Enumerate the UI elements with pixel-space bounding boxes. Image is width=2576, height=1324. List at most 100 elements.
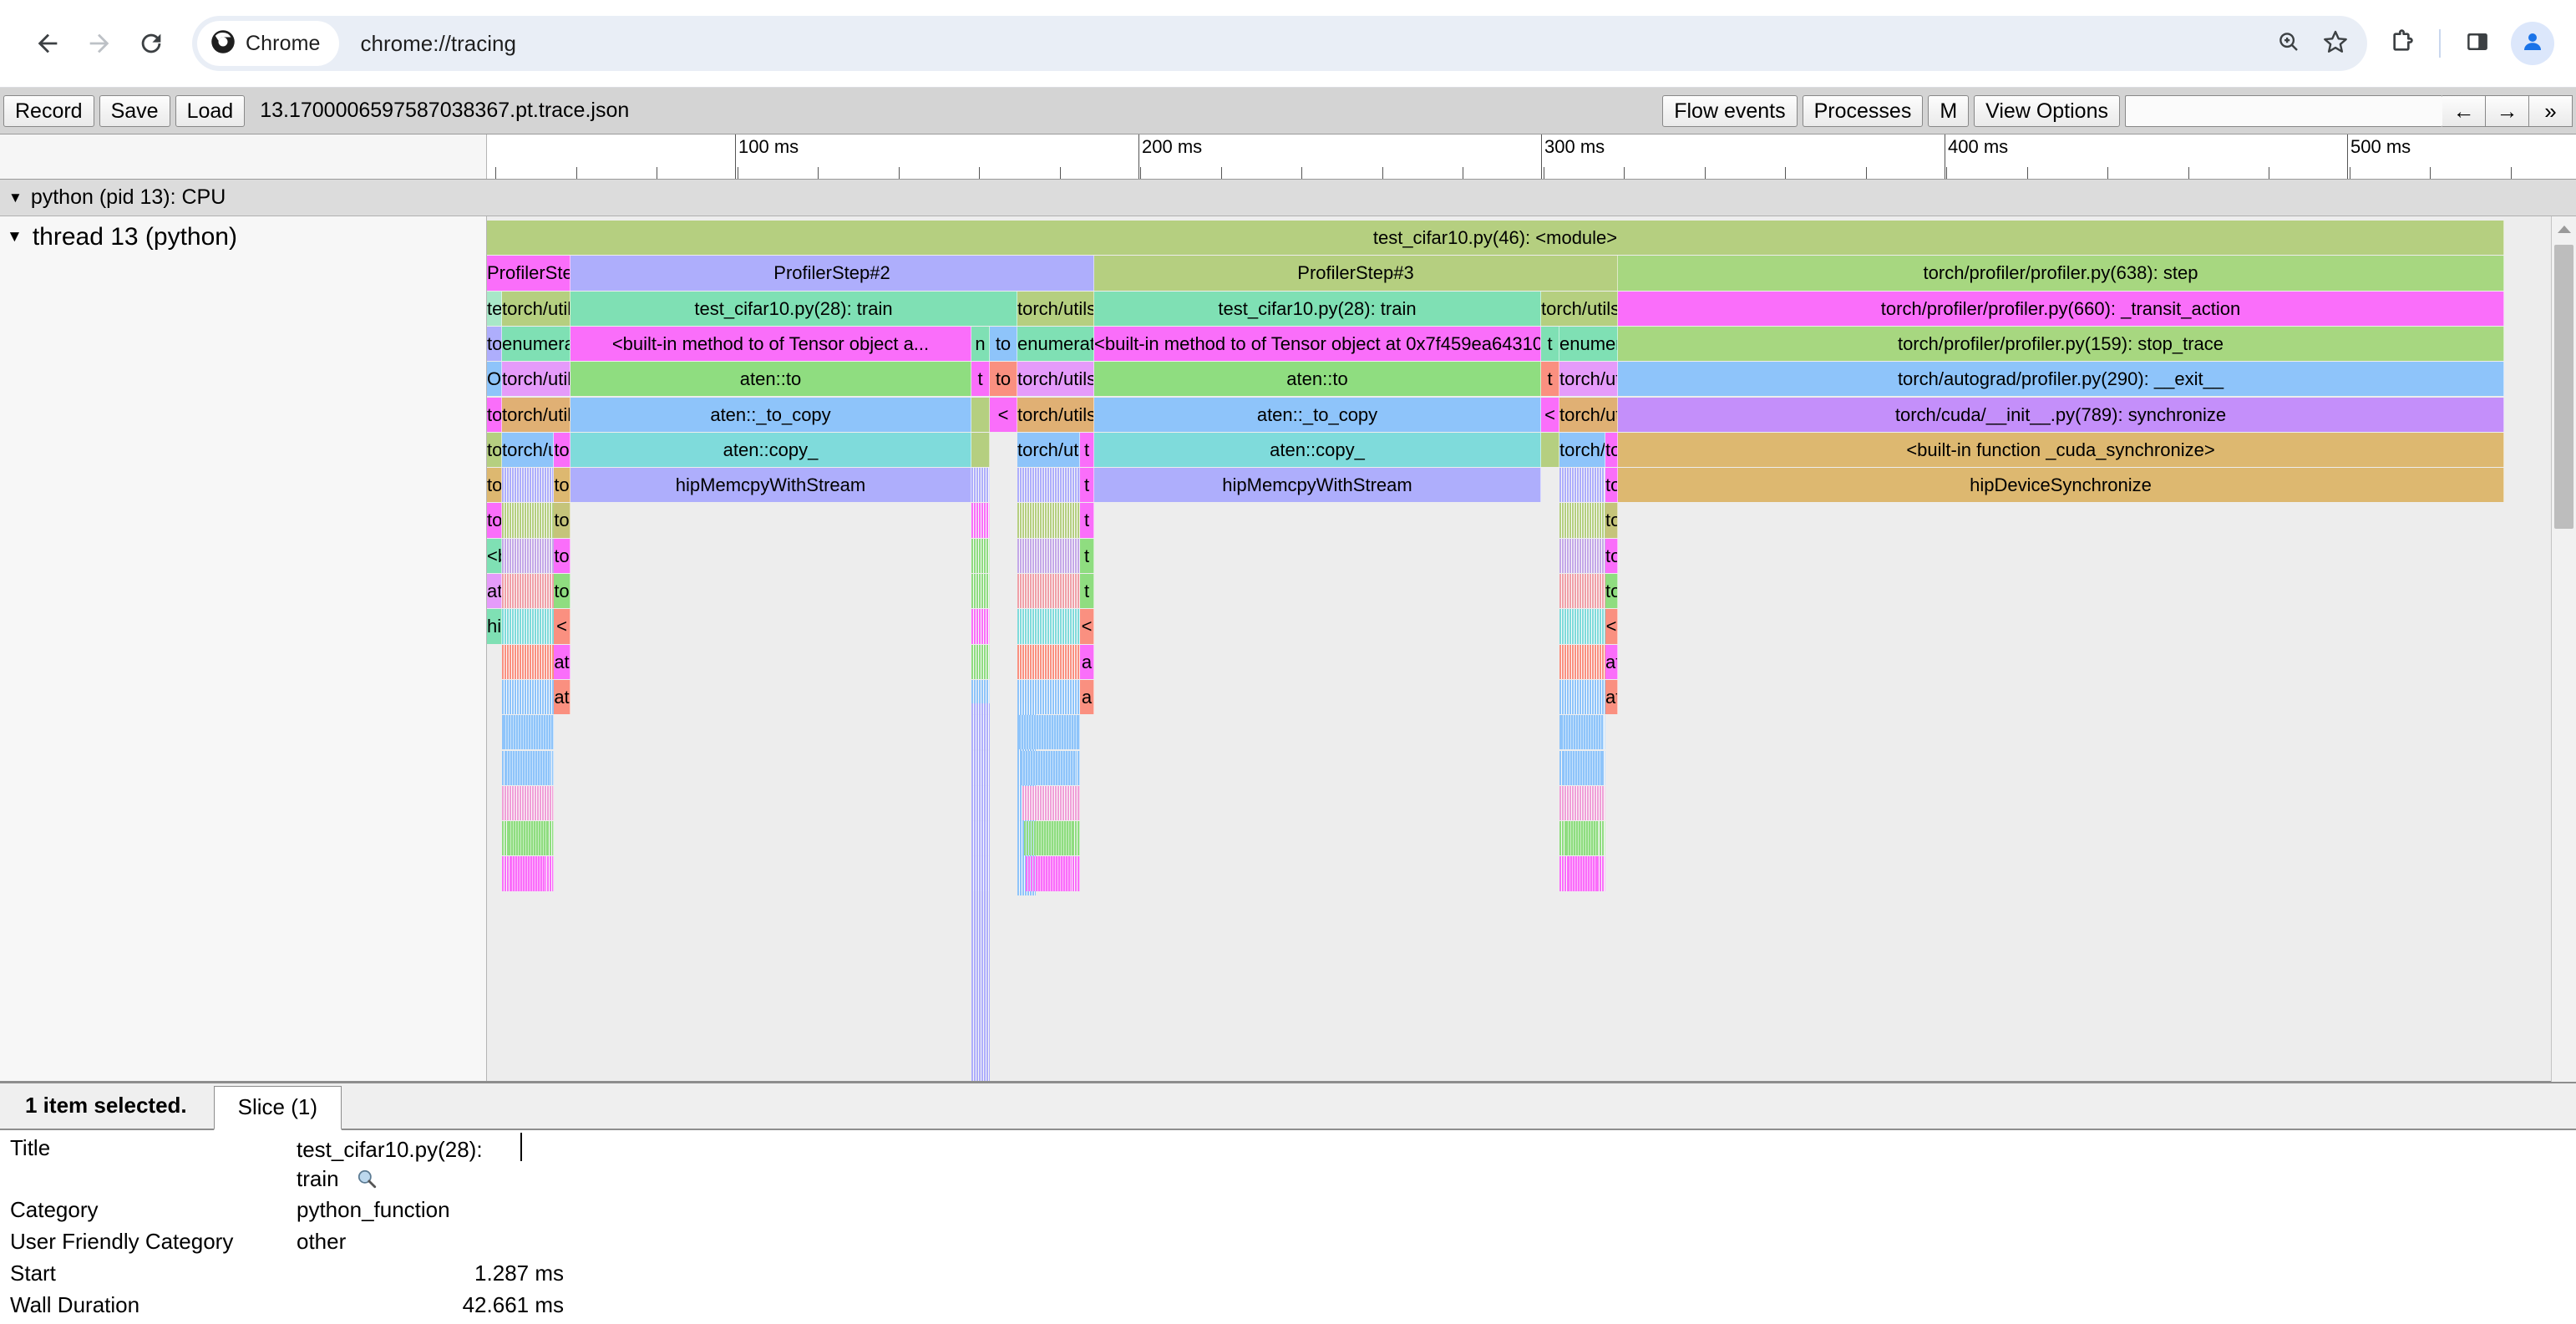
trace-slice-flame[interactable] bbox=[1017, 503, 1080, 537]
trace-slice[interactable]: enumerate(... bbox=[1559, 327, 1618, 361]
trace-slice[interactable]: hi bbox=[487, 609, 502, 643]
trace-slice[interactable]: a bbox=[1080, 645, 1094, 679]
trace-slice-flame[interactable] bbox=[507, 786, 549, 820]
trace-slice[interactable] bbox=[971, 503, 990, 537]
trace-slice[interactable]: t bbox=[1080, 574, 1094, 608]
trace-slice[interactable]: to bbox=[554, 433, 570, 467]
vertical-scrollbar[interactable] bbox=[2551, 216, 2576, 1082]
trace-slice[interactable]: torch/utils... bbox=[502, 362, 570, 396]
trace-slice[interactable]: test_cifar10.py(46): <module> bbox=[487, 221, 2504, 255]
trace-slice[interactable]: a bbox=[1080, 680, 1094, 714]
scrollbar-thumb[interactable] bbox=[2554, 245, 2573, 529]
trace-slice[interactable]: < bbox=[1080, 609, 1094, 643]
processes-button[interactable]: Processes bbox=[1803, 95, 1924, 127]
trace-slice[interactable] bbox=[1017, 468, 1080, 502]
trace-slice[interactable]: torch/util... bbox=[502, 292, 570, 326]
back-button[interactable] bbox=[22, 18, 74, 69]
tab-slice[interactable]: Slice (1) bbox=[214, 1086, 342, 1130]
trace-slice[interactable]: test_cifar10.py(28): train bbox=[1094, 292, 1541, 326]
trace-slice[interactable]: hipMemcpyWithStream bbox=[570, 468, 971, 502]
reload-button[interactable] bbox=[125, 18, 177, 69]
trace-slice-flame[interactable] bbox=[1559, 645, 1605, 679]
search-next-button[interactable]: → bbox=[2486, 95, 2529, 127]
trace-slice[interactable]: tor bbox=[487, 433, 502, 467]
trace-slice-column[interactable] bbox=[971, 703, 990, 1082]
trace-slice[interactable]: to bbox=[554, 468, 570, 502]
trace-slice-flame[interactable] bbox=[1017, 574, 1080, 608]
address-bar[interactable]: Chrome chrome://tracing bbox=[192, 16, 2367, 71]
trace-slice[interactable]: torch/utils/dat... bbox=[1017, 398, 1094, 432]
trace-slice[interactable]: enumerate(... bbox=[502, 327, 570, 361]
trace-slice[interactable]: hipMemcpyWithStream bbox=[1094, 468, 1541, 502]
trace-slice[interactable]: aten::to bbox=[570, 362, 971, 396]
trace-slice[interactable]: enumerate(... bbox=[1017, 327, 1094, 361]
trace-slice-flame[interactable] bbox=[1564, 786, 1600, 820]
trace-slice[interactable]: torch/profiler/profiler.py(660): _transi… bbox=[1618, 292, 2504, 326]
trace-slice[interactable]: aten::_to_copy bbox=[570, 398, 971, 432]
trace-slice[interactable]: O bbox=[487, 362, 502, 396]
trace-slice[interactable]: aten::copy_ bbox=[570, 433, 971, 467]
trace-slice[interactable]: torch/utils/dat... bbox=[1017, 292, 1094, 326]
trace-slice[interactable]: t bbox=[1080, 468, 1094, 502]
trace-slice[interactable]: torch/util... bbox=[502, 398, 570, 432]
ruler-ticks[interactable]: 100 ms200 ms300 ms400 ms500 ms bbox=[487, 134, 2576, 179]
trace-slice-flame[interactable] bbox=[1017, 680, 1080, 714]
trace-slice[interactable] bbox=[971, 609, 990, 643]
side-panel-button[interactable] bbox=[2454, 20, 2501, 67]
trace-slice[interactable]: torch/utils/... bbox=[1559, 433, 1605, 467]
timeline-ruler[interactable]: 100 ms200 ms300 ms400 ms500 ms bbox=[0, 134, 2576, 180]
trace-slice[interactable]: < bbox=[554, 609, 570, 643]
trace-slice-flame[interactable] bbox=[1021, 751, 1077, 785]
trace-slice[interactable]: to bbox=[554, 503, 570, 537]
trace-slice[interactable]: torch/utils/dat... bbox=[1541, 292, 1618, 326]
overflow-button[interactable]: » bbox=[2529, 95, 2573, 127]
magnifier-icon[interactable] bbox=[356, 1168, 378, 1197]
trace-slice-flame[interactable] bbox=[1559, 539, 1605, 573]
trace-slice[interactable]: t bbox=[1080, 503, 1094, 537]
trace-slice[interactable]: torch/autograd/profiler.py(290): __exit_… bbox=[1618, 362, 2504, 396]
trace-slice-flame[interactable] bbox=[510, 856, 545, 890]
trace-slice[interactable]: <built-in function _cuda_synchronize> bbox=[1618, 433, 2504, 467]
trace-slice-flame[interactable] bbox=[1559, 574, 1605, 608]
trace-slice[interactable]: to bbox=[1605, 433, 1618, 467]
trace-slice-flame[interactable] bbox=[1561, 715, 1604, 749]
trace-slice[interactable]: < bbox=[1605, 609, 1618, 643]
trace-slice[interactable]: ProfilerStep#2 bbox=[570, 256, 1094, 290]
trace-slice[interactable]: to bbox=[1605, 539, 1618, 573]
trace-slice[interactable]: t bbox=[1080, 539, 1094, 573]
scroll-up-icon[interactable] bbox=[2552, 216, 2576, 241]
trace-slice-flame[interactable] bbox=[1559, 609, 1605, 643]
trace-slice-flame[interactable] bbox=[509, 821, 547, 855]
trace-slice[interactable]: to bbox=[990, 327, 1017, 361]
trace-slice[interactable]: to bbox=[1605, 503, 1618, 537]
trace-slice-flame[interactable] bbox=[1024, 821, 1073, 855]
trace-slice[interactable]: tor bbox=[487, 468, 502, 502]
trace-slice-flame[interactable] bbox=[505, 751, 550, 785]
extensions-button[interactable] bbox=[2379, 20, 2426, 67]
triangle-down-icon[interactable]: ▼ bbox=[7, 228, 23, 246]
trace-slice[interactable]: < bbox=[1541, 398, 1559, 432]
trace-slice[interactable]: torch/utils... bbox=[1017, 362, 1094, 396]
trace-slice[interactable]: to bbox=[1605, 468, 1618, 502]
trace-slice-flame[interactable] bbox=[502, 645, 554, 679]
trace-slice[interactable]: torch/cuda/__init__.py(789): synchronize bbox=[1618, 398, 2504, 432]
trace-slice[interactable]: aten::copy_ bbox=[1094, 433, 1541, 467]
trace-slice-flame[interactable] bbox=[502, 539, 554, 573]
trace-slice[interactable] bbox=[502, 468, 554, 502]
trace-slice[interactable]: at bbox=[554, 680, 570, 714]
url-text[interactable]: chrome://tracing bbox=[361, 31, 2265, 57]
trace-slice[interactable]: torch/profiler/profiler.py(159): stop_tr… bbox=[1618, 327, 2504, 361]
trace-slice[interactable]: t bbox=[971, 362, 990, 396]
trace-slice-flame[interactable] bbox=[502, 680, 554, 714]
trace-slice-flame[interactable] bbox=[1026, 856, 1072, 890]
trace-slice[interactable]: to bbox=[990, 362, 1017, 396]
trace-slice[interactable]: at bbox=[487, 574, 502, 608]
process-header[interactable]: ▼ python (pid 13): CPU bbox=[0, 180, 2576, 216]
trace-slice-flame[interactable] bbox=[1017, 645, 1080, 679]
trace-slice-flame[interactable] bbox=[1563, 751, 1602, 785]
record-button[interactable]: Record bbox=[3, 95, 94, 127]
chrome-chip[interactable]: Chrome bbox=[197, 21, 339, 66]
trace-slice-flame[interactable] bbox=[1566, 821, 1599, 855]
trace-slice[interactable] bbox=[1559, 468, 1605, 502]
trace-slice-flame[interactable] bbox=[502, 609, 554, 643]
